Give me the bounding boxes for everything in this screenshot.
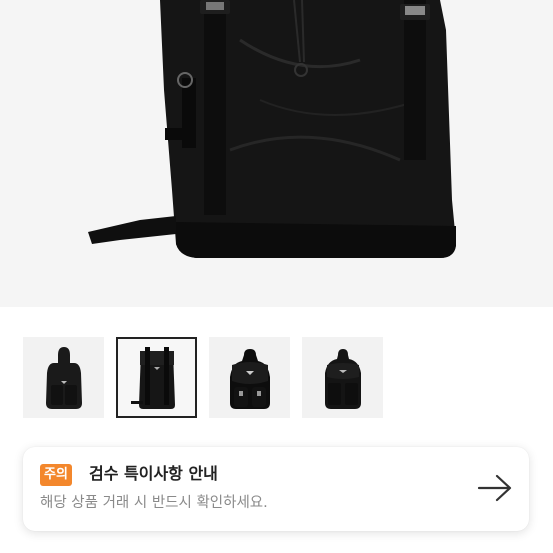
thumbnail-3[interactable] bbox=[209, 337, 290, 418]
thumbnail-1[interactable] bbox=[23, 337, 104, 418]
inspection-notice-card[interactable]: 주의 검수 특이사항 안내 해당 상품 거래 시 반드시 확인하세요. bbox=[23, 447, 529, 531]
thumbnail-list bbox=[23, 337, 383, 418]
arrow-right-icon[interactable] bbox=[477, 473, 513, 503]
product-main-image[interactable] bbox=[0, 0, 553, 307]
notice-title: 검수 특이사항 안내 bbox=[89, 464, 218, 483]
thumbnail-backpack-3 bbox=[229, 348, 270, 409]
thumbnail-backpack-2 bbox=[130, 346, 175, 409]
thumbnail-backpack-1 bbox=[45, 346, 82, 409]
thumbnail-backpack-4 bbox=[324, 348, 361, 409]
caution-badge: 주의 bbox=[40, 464, 72, 486]
thumbnail-2[interactable] bbox=[116, 337, 197, 418]
notice-subtitle: 해당 상품 거래 시 반드시 확인하세요. bbox=[40, 495, 268, 511]
thumbnail-4[interactable] bbox=[302, 337, 383, 418]
backpack-image bbox=[0, 0, 553, 307]
product-detail-page: 주의 검수 특이사항 안내 해당 상품 거래 시 반드시 확인하세요. bbox=[0, 0, 553, 553]
